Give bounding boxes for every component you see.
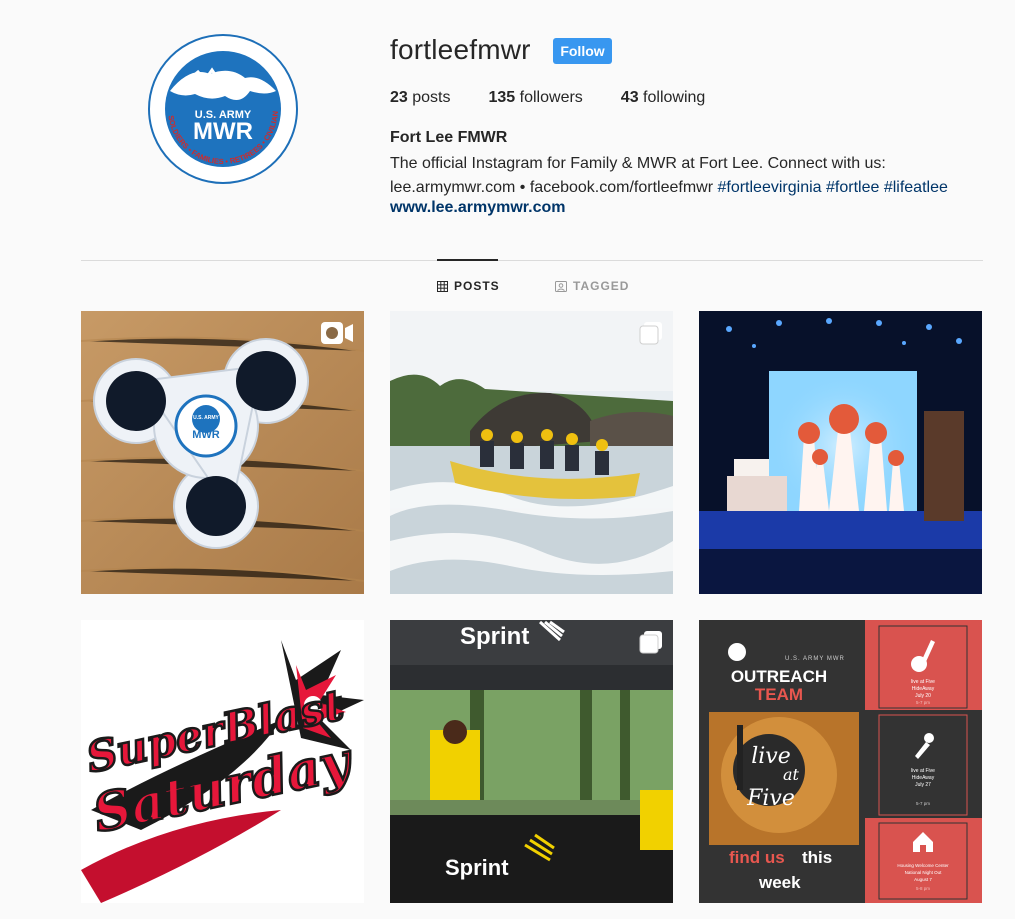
bio-line-1: The official Instagram for Family & MWR …	[390, 155, 886, 172]
profile-avatar[interactable]: U.S. ARMY MWR SOLDIERS • FAMILIES • RETI…	[148, 34, 298, 184]
carousel-icon	[639, 631, 662, 654]
event2-line2: HideAway	[912, 775, 935, 781]
post-image-sprint: Sprint Sprint	[390, 620, 673, 903]
event3-line3: August 7	[914, 877, 932, 882]
tab-tagged-label: TAGGED	[573, 279, 630, 293]
bio-links-text: lee.armymwr.com • facebook.com/fortleefm…	[390, 179, 714, 196]
hashtag-link[interactable]: #lifeatlee	[884, 179, 948, 196]
posts-count-label: posts	[412, 89, 451, 106]
tag-icon	[555, 280, 567, 292]
event1-line1: live at Five	[911, 679, 935, 685]
logo-main-text: MWR	[193, 118, 253, 145]
post-tile-spinner[interactable]: U.S. ARMY MWR	[81, 311, 364, 594]
grid-icon	[437, 280, 448, 292]
post-image-theater	[699, 311, 982, 594]
profile-stats: 23 posts 135 followers 43 following	[390, 89, 743, 107]
post-tile-superblast[interactable]: SuperBlast Saturday	[81, 620, 364, 903]
event2-line3: July 27	[915, 782, 931, 788]
posts-count: 23 posts	[390, 89, 451, 107]
sprint-table-text: Sprint	[445, 855, 509, 880]
active-tab-indicator	[437, 259, 498, 261]
sprint-canopy-text: Sprint	[460, 623, 529, 650]
spinner-logo-main: MWR	[192, 429, 220, 441]
event3-line2: National Night Out	[905, 870, 943, 875]
tabs-divider	[81, 260, 983, 261]
hashtag-link[interactable]: #fortleevirginia	[717, 179, 821, 196]
outreach-title-1: OUTREACH	[731, 667, 827, 686]
following-count[interactable]: 43 following	[621, 89, 706, 107]
event1-line2: HideAway	[912, 686, 935, 692]
post-image-superblast: SuperBlast Saturday	[81, 620, 364, 903]
tab-tagged[interactable]: TAGGED	[555, 279, 629, 293]
carousel-icon	[639, 322, 662, 345]
this-text: this	[802, 848, 832, 867]
event2-line4: 5-7 pm	[916, 801, 930, 806]
post-tile-sprint[interactable]: Sprint Sprint	[390, 620, 673, 903]
at-text: at	[783, 765, 800, 784]
event1-line3: July 20	[915, 693, 931, 699]
post-image-rafting	[390, 311, 673, 594]
spinner-logo-top: U.S. ARMY	[193, 415, 219, 421]
outreach-title-2: TEAM	[755, 685, 803, 704]
event3-line1: Housing Welcome Center	[897, 863, 949, 868]
bio-line-2: lee.armymwr.com • facebook.com/fortleefm…	[390, 176, 990, 200]
event1-line4: 5-7 pm	[916, 700, 930, 705]
profile-website-link[interactable]: www.lee.armymwr.com	[390, 199, 565, 217]
following-count-label: following	[643, 89, 706, 106]
profile-full-name: Fort Lee FMWR	[390, 129, 508, 146]
post-tile-rafting[interactable]	[390, 311, 673, 594]
five-text: Five	[746, 786, 795, 811]
profile-bio: The official Instagram for Family & MWR …	[390, 152, 990, 200]
posts-count-value: 23	[390, 89, 408, 106]
post-image-spinner: U.S. ARMY MWR	[81, 311, 364, 594]
outreach-org: U.S. ARMY MWR	[785, 656, 845, 662]
hashtag-link[interactable]: #fortlee	[826, 179, 879, 196]
event3-line4: 5-8 pm	[916, 886, 930, 891]
post-tile-theater[interactable]	[699, 311, 982, 594]
post-tile-outreach[interactable]: U.S. ARMY MWR OUTREACH TEAM live at Five…	[699, 620, 982, 903]
followers-count-value: 135	[488, 89, 516, 106]
video-icon	[321, 322, 353, 344]
follow-button[interactable]: Follow	[553, 38, 612, 64]
followers-count-label: followers	[519, 89, 583, 106]
post-image-outreach: U.S. ARMY MWR OUTREACH TEAM live at Five…	[699, 620, 982, 903]
event2-line1: live at Five	[911, 768, 935, 774]
followers-count[interactable]: 135 followers	[489, 89, 583, 107]
tab-posts-label: POSTS	[454, 279, 500, 293]
tab-posts[interactable]: POSTS	[437, 279, 500, 293]
following-count-value: 43	[620, 89, 639, 106]
week-text: week	[758, 873, 801, 892]
mwr-logo: U.S. ARMY MWR SOLDIERS • FAMILIES • RETI…	[150, 36, 294, 180]
find-us-text: find us	[729, 848, 785, 867]
profile-username: fortleefmwr	[390, 34, 531, 65]
